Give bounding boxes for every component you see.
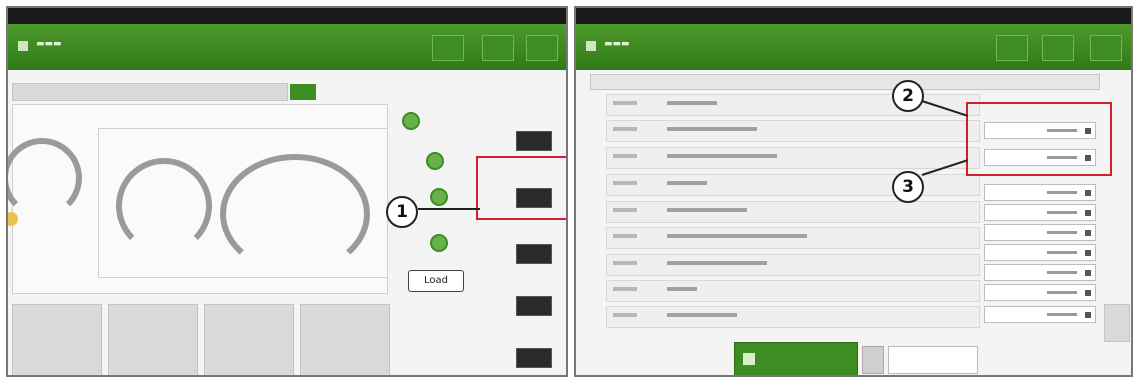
top-bar xyxy=(576,8,1131,24)
header-button-1[interactable] xyxy=(432,35,464,61)
bottom-key-3[interactable] xyxy=(204,304,294,375)
side-button-4[interactable] xyxy=(516,296,552,316)
status-icon-2[interactable] xyxy=(426,152,444,170)
callout-leader-1 xyxy=(418,208,480,210)
setting-field-4[interactable] xyxy=(984,204,1096,221)
bottom-key-4[interactable] xyxy=(300,304,390,375)
header-button-2[interactable] xyxy=(482,35,514,61)
table-row[interactable] xyxy=(606,254,980,276)
page-title: ▬▬▬ xyxy=(36,39,62,49)
setting-field-8[interactable] xyxy=(984,284,1096,301)
rpm-gauge xyxy=(220,154,370,274)
table-header xyxy=(590,74,1100,90)
speed-gauge xyxy=(116,158,212,254)
setting-field-7[interactable] xyxy=(984,264,1096,281)
page-title: ▬▬▬ xyxy=(604,39,630,49)
scrollbar[interactable] xyxy=(1104,304,1130,342)
top-bar xyxy=(8,8,566,24)
secondary-button[interactable] xyxy=(888,346,978,374)
setting-field-3[interactable] xyxy=(984,184,1096,201)
confirm-icon xyxy=(743,353,755,365)
header-button-2[interactable] xyxy=(1042,35,1074,61)
highlight-box-1 xyxy=(476,156,566,220)
setting-field-5[interactable] xyxy=(984,224,1096,241)
status-icon-3[interactable] xyxy=(430,188,448,206)
side-key[interactable] xyxy=(862,346,884,374)
table-row[interactable] xyxy=(606,306,980,328)
table-row[interactable] xyxy=(606,280,980,302)
load-button[interactable]: Load xyxy=(408,270,464,292)
bottom-key-2[interactable] xyxy=(108,304,198,375)
highlight-box-2 xyxy=(966,102,1112,176)
status-icon-4[interactable] xyxy=(430,234,448,252)
active-tab[interactable] xyxy=(290,84,316,100)
bottom-key-1[interactable] xyxy=(12,304,102,375)
table-row[interactable] xyxy=(606,201,980,223)
side-button-3[interactable] xyxy=(516,244,552,264)
right-screen: ▬▬▬ 2 3 xyxy=(574,6,1133,377)
status-icon-1[interactable] xyxy=(402,112,420,130)
home-icon[interactable] xyxy=(586,41,596,51)
side-button-5[interactable] xyxy=(516,348,552,368)
callout-2: 2 xyxy=(892,80,924,112)
callout-1: 1 xyxy=(386,196,418,228)
table-row[interactable] xyxy=(606,120,980,142)
header-button-3[interactable] xyxy=(526,35,558,61)
setting-field-9[interactable] xyxy=(984,306,1096,323)
header-button-1[interactable] xyxy=(996,35,1028,61)
header-button-3[interactable] xyxy=(1090,35,1122,61)
tab-strip[interactable] xyxy=(12,83,288,101)
table-row[interactable] xyxy=(606,227,980,249)
setting-field-6[interactable] xyxy=(984,244,1096,261)
home-icon[interactable] xyxy=(18,41,28,51)
side-button-1[interactable] xyxy=(516,131,552,151)
confirm-button[interactable] xyxy=(734,342,858,375)
table-row[interactable] xyxy=(606,147,980,169)
left-screen: ▬▬▬ Load 1 xyxy=(6,6,568,377)
callout-3: 3 xyxy=(892,171,924,203)
